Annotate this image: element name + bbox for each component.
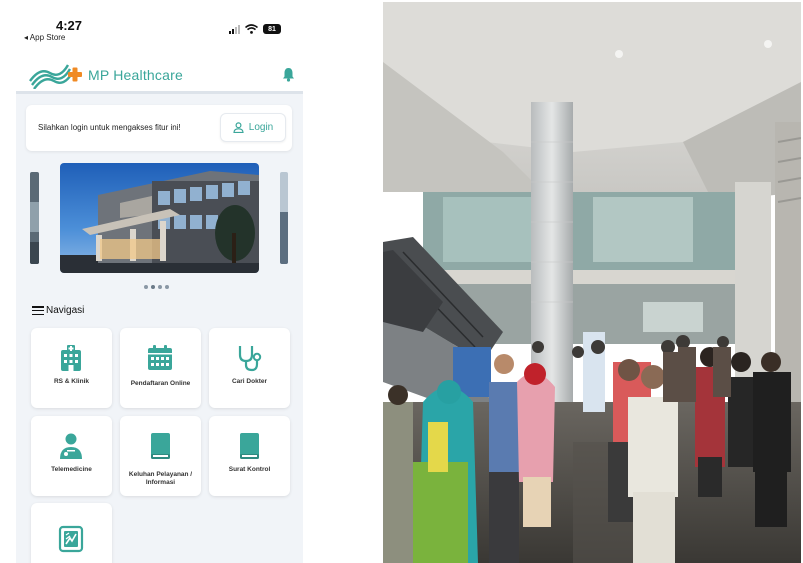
- status-bar: 4:27 ◂ App Store 81: [16, 0, 303, 46]
- nav-tile-surat-kontrol[interactable]: Surat Kontrol: [209, 416, 290, 496]
- stethoscope-icon: [238, 346, 262, 372]
- user-icon: [233, 122, 244, 133]
- bell-icon[interactable]: [282, 67, 295, 82]
- nav-tile-rs-klinik[interactable]: RS & Klinik: [31, 328, 112, 408]
- nav-tile-keluhan-pelayanan[interactable]: Keluhan Pelayanan / Informasi: [120, 416, 201, 496]
- menu-icon: [32, 306, 44, 315]
- battery-icon: 81: [263, 24, 281, 34]
- status-icons: 81: [229, 24, 281, 34]
- nav-tile-radiology[interactable]: [31, 503, 112, 563]
- carousel-dot[interactable]: [158, 285, 162, 289]
- back-to-app-store[interactable]: ◂ App Store: [24, 33, 65, 42]
- nav-tile-label: Cari Dokter: [231, 378, 268, 385]
- carousel-dot-active[interactable]: [151, 285, 155, 289]
- login-button[interactable]: Login: [220, 113, 286, 142]
- calendar-icon: [148, 345, 172, 370]
- navigation-title: Navigasi: [46, 305, 85, 316]
- carousel-dot[interactable]: [144, 285, 148, 289]
- phone-screenshot: 4:27 ◂ App Store 81 MP Healthcare Silahk…: [16, 0, 303, 563]
- nav-tile-cari-dokter[interactable]: Cari Dokter: [209, 328, 290, 408]
- hospital-lobby-photo: [383, 2, 801, 563]
- document-icon: [240, 433, 259, 459]
- carousel-indicators[interactable]: [144, 285, 169, 289]
- login-button-label: Login: [248, 122, 274, 133]
- status-time: 4:27: [56, 18, 83, 33]
- nav-tile-pendaftaran-online[interactable]: Pendaftaran Online: [120, 328, 201, 408]
- xray-icon: [58, 525, 84, 553]
- banner-carousel[interactable]: [16, 163, 303, 275]
- signal-icon: [229, 24, 240, 34]
- nav-tile-label: RS & Klinik: [53, 378, 90, 385]
- carousel-dot[interactable]: [165, 285, 169, 289]
- wifi-icon: [245, 24, 258, 34]
- carousel-slide-hospital[interactable]: [60, 163, 259, 273]
- hospital-building-photo: [60, 163, 259, 273]
- carousel-slide-next[interactable]: [280, 172, 288, 264]
- login-message: Silahkan login untuk mengakses fitur ini…: [38, 123, 181, 132]
- book-icon: [151, 433, 170, 459]
- app-header: MP Healthcare: [16, 46, 303, 94]
- login-card: Silahkan login untuk mengakses fitur ini…: [26, 105, 292, 151]
- nav-tile-label: Keluhan Pelayanan / Informasi: [128, 471, 193, 486]
- nav-tile-label: Surat Kontrol: [228, 466, 271, 473]
- hospital-building-icon: [61, 345, 81, 371]
- brand-name: MP Healthcare: [88, 67, 183, 83]
- navigation-heading: Navigasi: [32, 305, 84, 316]
- nav-tile-label: Pendaftaran Online: [130, 380, 191, 387]
- carousel-slide-previous[interactable]: [30, 172, 39, 264]
- nav-tile-telemedicine[interactable]: Telemedicine: [31, 416, 112, 496]
- nav-tile-label: Telemedicine: [51, 466, 92, 473]
- mp-healthcare-logo: [29, 64, 82, 89]
- doctor-icon: [60, 433, 82, 459]
